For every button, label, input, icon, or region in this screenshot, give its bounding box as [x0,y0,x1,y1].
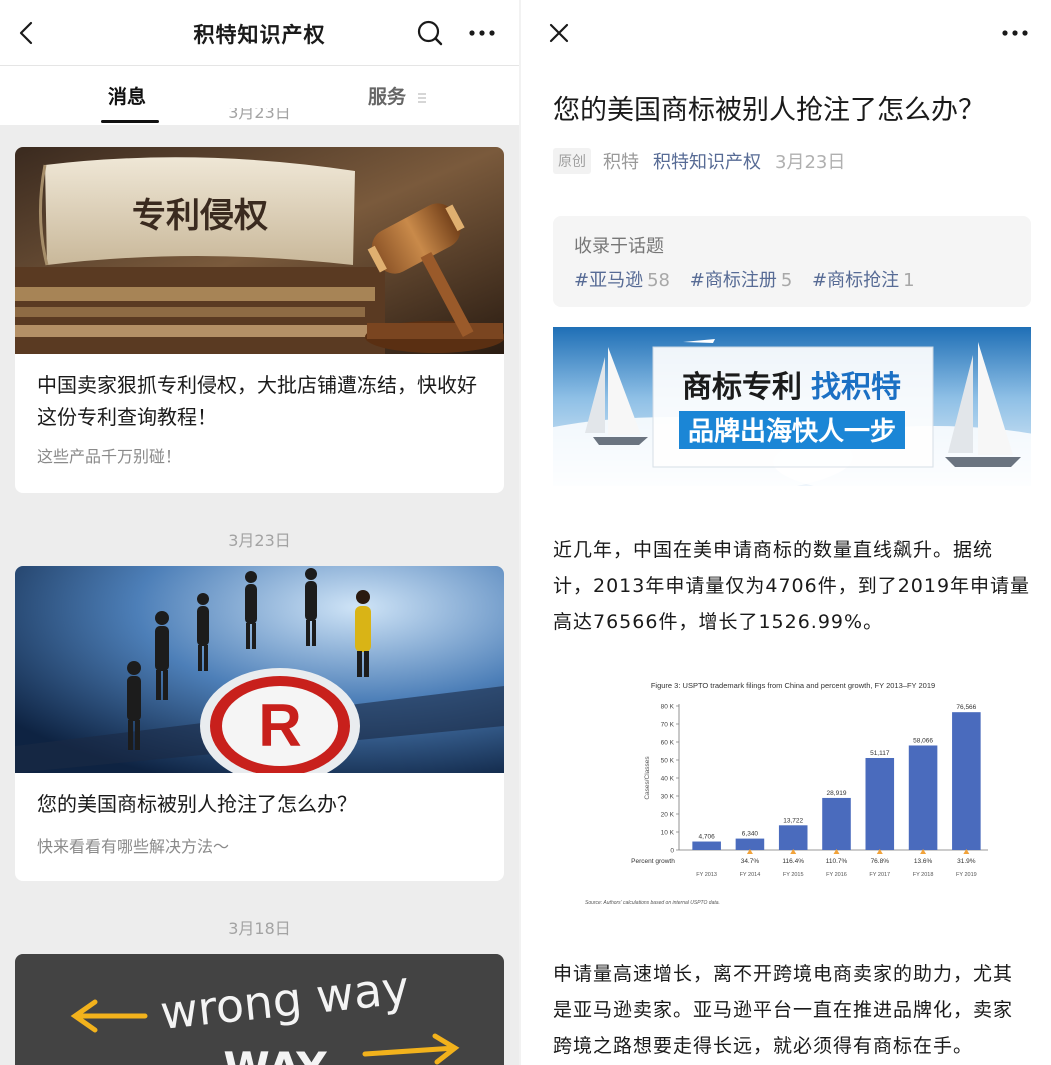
growth-label: 116.4% [782,858,804,865]
y-tick-label: 40 K [661,776,675,783]
wrong-way-image: wrong way WAY [15,954,504,1065]
bar-value-label: 51,117 [870,750,890,757]
search-icon[interactable] [416,19,444,47]
banner-slogan-part2: 找积特 [811,370,901,405]
banner-tagline: 品牌出海快人一步 [688,416,896,447]
x-tick-label: FY 2013 [696,872,717,878]
topic-tags: #亚马逊 58 #商标注册 5 #商标抢注 1 [574,266,929,292]
topic-tag[interactable]: #商标抢注 1 [812,270,915,291]
chart-bar [822,797,851,850]
article-title: 您的美国商标被别人抢注了怎么办？ [37,792,357,816]
date-separator: 3月18日 [228,919,291,938]
growth-label: 110.7% [826,858,848,865]
original-badge: 原创 [553,148,591,174]
topic-tag-name: #商标注册 [689,270,777,291]
growth-label: 76.8% [871,858,890,865]
article-detail-pane: 您的美国商标被别人抢注了怎么办？ 原创 积特 积特知识产权 3月23日 收录于话… [521,0,1051,1065]
x-tick-label: FY 2019 [956,872,977,878]
article-paragraph: 申请量高速增长，离不开跨境电商卖家的助力，尤其是亚马逊卖家。亚马逊平台一直在推进… [553,963,1014,1057]
y-tick-label: 70 K [661,722,675,729]
top-nav-bar: 积特知识产权 [0,0,519,66]
article-cover-image: R [15,566,504,773]
growth-label: 31.9% [957,858,976,865]
chart-bar [865,757,895,850]
chart-source: Source: Authors' calculations based on i… [585,900,720,906]
bar-value-label: 13,722 [783,817,803,824]
cover-caption: 专利侵权 [132,196,268,236]
article-banner-image: 商标专利 找积特 品牌出海快人一步 [553,327,1031,486]
trademark-filings-chart: Figure 3: USPTO trademark filings from C… [585,681,988,906]
article-meta: 原创 积特 积特知识产权 3月23日 [553,148,845,174]
chart-bar [692,841,721,850]
topic-tag-count: 5 [780,270,793,291]
x-tick-label: FY 2016 [826,872,847,878]
close-icon[interactable] [547,21,571,45]
y-tick-label: 80 K [661,704,675,711]
article-title: 中国卖家狠抓专利侵权，大批店铺遭冻结，快收好这份专利查询教程！ [37,373,477,429]
x-tick-label: FY 2014 [740,872,761,878]
author-name: 积特 [603,152,639,173]
article-paragraph: 近几年，中国在美申请商标的数量直线飙升。据统计，2013年申请量仅为4706件，… [553,539,1031,633]
growth-row-label: Percent growth [631,858,675,865]
topic-tag-name: #商标抢注 [812,270,900,291]
x-tick-label: FY 2017 [869,872,890,878]
date-separator: 3月23日 [0,108,519,126]
registered-symbol: R [258,692,301,759]
publish-date: 3月23日 [775,152,846,173]
right-way-text: WAY [223,1043,327,1065]
x-tick-label: FY 2015 [783,872,804,878]
date-separator-text: 3月23日 [228,108,291,122]
y-tick-label: 30 K [661,794,675,801]
bar-value-label: 58,066 [913,737,933,744]
topic-tag-name: #亚马逊 [574,270,644,291]
article-card[interactable]: wrong way WAY [15,954,504,1065]
article-subtitle: 快来看看有哪些解决方法～ [37,837,230,856]
topic-tag-count: 58 [647,270,670,291]
more-icon[interactable] [999,22,1031,44]
chart-bar [778,825,808,850]
article-cover-image: 专利侵权 [15,147,504,354]
growth-label: 34.7% [741,858,760,865]
tab-services[interactable]: 服务 [368,82,427,109]
topic-tag[interactable]: #亚马逊 58 [574,270,670,291]
y-axis-label: Cases/Classes [644,756,651,800]
article-card[interactable]: R 您的美国商标被别人抢注了怎么办？ 快来看看有哪些解决方法～ [15,566,504,881]
article-heading: 您的美国商标被别人抢注了怎么办？ [553,95,985,126]
menu-icon [417,92,426,103]
y-tick-label: 50 K [661,758,675,765]
account-link[interactable]: 积特知识产权 [653,148,761,174]
chart-title: Figure 3: USPTO trademark filings from C… [651,681,935,690]
bar-value-label: 28,919 [827,790,847,797]
date-separator: 3月23日 [228,531,291,550]
tab-messages[interactable]: 消息 [108,82,146,109]
trademark-figures-image: R [15,566,504,773]
chart-bar [952,712,981,850]
more-icon[interactable] [466,22,498,44]
topic-collection-box: 收录于话题 #亚马逊 58 #商标注册 5 #商标抢注 1 [553,216,1031,307]
chart-bar [735,838,765,850]
y-tick-label: 10 K [661,830,675,837]
bar-value-label: 4,706 [699,834,716,841]
article-subtitle: 这些产品千万别碰！ [37,447,182,466]
official-account-pane: 积特知识产权 消息 服务 3月23日 专利侵权 中国卖家狠抓专利侵权，大批店铺遭… [0,0,519,1065]
topic-tag-count: 1 [903,270,915,291]
chart-bar [908,745,938,850]
tab-services-label: 服务 [368,86,407,108]
sailboat-banner: 商标专利 找积特 品牌出海快人一步 [553,327,1031,486]
article-card[interactable]: 专利侵权 中国卖家狠抓专利侵权，大批店铺遭冻结，快收好这份专利查询教程！ 这些产… [15,147,504,493]
article-cover-image: wrong way WAY [15,954,504,1065]
x-tick-label: FY 2018 [913,872,934,878]
growth-label: 13.6% [914,858,933,865]
y-tick-label: 0 [670,848,674,855]
bar-value-label: 6,340 [742,831,759,838]
topic-label: 收录于话题 [574,236,664,257]
y-tick-label: 20 K [661,812,675,819]
topic-tag[interactable]: #商标注册 5 [690,270,793,291]
banner-slogan-part1: 商标专利 [682,370,802,405]
y-tick-label: 60 K [661,740,675,747]
patent-gavel-image: 专利侵权 [15,147,504,354]
bar-value-label: 76,566 [956,704,976,711]
